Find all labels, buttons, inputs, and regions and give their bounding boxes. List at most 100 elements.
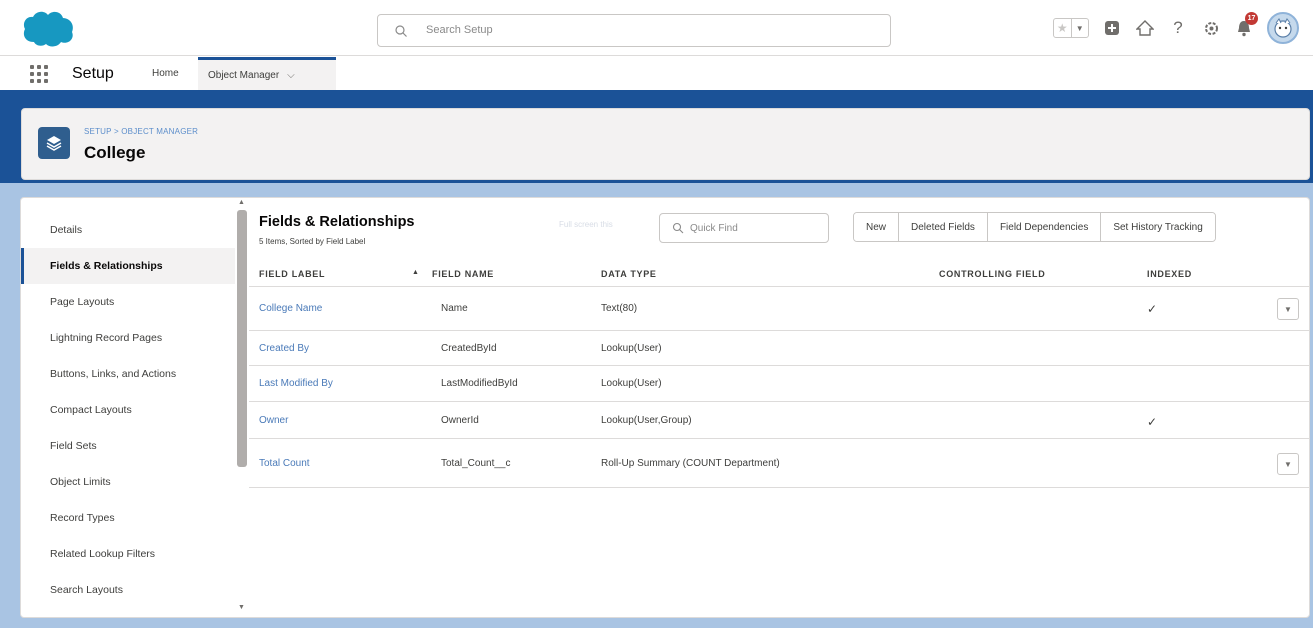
field-name-cell: CreatedById bbox=[441, 343, 497, 354]
fields-relationships-panel: Fields & Relationships 5 Items, Sorted b… bbox=[249, 198, 1309, 617]
favorites-control[interactable]: ★ ▼ bbox=[1053, 18, 1089, 38]
sidebar-item-label: Record Types bbox=[50, 512, 115, 524]
field-name-cell: Name bbox=[441, 303, 468, 314]
tab-object-manager-label: Object Manager bbox=[208, 69, 280, 81]
salesforce-logo[interactable] bbox=[20, 8, 76, 48]
sidebar-item-label: Details bbox=[50, 224, 83, 236]
global-search-input[interactable]: Search Setup bbox=[377, 14, 891, 47]
object-layers-icon bbox=[38, 127, 70, 159]
search-icon bbox=[395, 25, 407, 37]
field-dependencies-button[interactable]: Field Dependencies bbox=[987, 213, 1102, 241]
object-sidebar: Details Fields & Relationships Page Layo… bbox=[21, 198, 235, 617]
field-name-cell: LastModifiedById bbox=[441, 378, 518, 389]
sidebar-item-label: Compact Layouts bbox=[50, 404, 132, 416]
data-type-cell: Text(80) bbox=[601, 303, 638, 314]
sidebar-scrollbar[interactable]: ▲ ▼ bbox=[235, 198, 249, 617]
sidebar-item-record-types[interactable]: Record Types bbox=[21, 500, 235, 536]
sidebar-item-page-layouts[interactable]: Page Layouts bbox=[21, 284, 235, 320]
favorites-dropdown-icon[interactable]: ▼ bbox=[1072, 19, 1089, 37]
checkmark-icon: ✓ bbox=[1147, 415, 1158, 429]
new-button[interactable]: New bbox=[854, 213, 900, 241]
sidebar-item-label: Page Layouts bbox=[50, 296, 115, 308]
breadcrumb[interactable]: SETUP > OBJECT MANAGER bbox=[84, 127, 198, 136]
column-header-field-name[interactable]: FIELD NAME bbox=[432, 269, 494, 279]
scroll-up-arrow-icon[interactable]: ▲ bbox=[238, 199, 245, 206]
sidebar-item-compact-layouts[interactable]: Compact Layouts bbox=[21, 392, 235, 428]
section-title: Fields & Relationships bbox=[259, 214, 415, 230]
table-row: Owner OwnerId Lookup(User,Group) ✓ bbox=[249, 403, 1309, 439]
sidebar-item-related-lookup-filters[interactable]: Related Lookup Filters bbox=[21, 536, 235, 572]
notifications-bell-icon[interactable]: 17 bbox=[1234, 12, 1258, 38]
search-icon bbox=[672, 222, 684, 234]
sort-ascending-icon[interactable]: ▲ bbox=[412, 269, 419, 276]
column-header-field-label[interactable]: FIELD LABEL bbox=[259, 269, 325, 279]
app-navigation-bar: Setup Home Object Manager ⌵ bbox=[0, 57, 1313, 93]
global-header: Search Setup ★ ▼ ? 17 bbox=[0, 0, 1313, 56]
sidebar-item-buttons-links-actions[interactable]: Buttons, Links, and Actions bbox=[21, 356, 235, 392]
sidebar-item-field-sets[interactable]: Field Sets bbox=[21, 428, 235, 464]
header-utility-icons: ★ ▼ ? 17 bbox=[1053, 10, 1299, 46]
sidebar-item-fields-relationships[interactable]: Fields & Relationships bbox=[21, 248, 235, 284]
scrollbar-thumb[interactable] bbox=[237, 210, 247, 467]
tab-object-manager[interactable]: Object Manager ⌵ bbox=[198, 57, 336, 90]
field-label-link[interactable]: College Name bbox=[259, 303, 322, 314]
checkmark-icon: ✓ bbox=[1147, 302, 1158, 316]
quick-find-input[interactable]: Quick Find bbox=[659, 213, 829, 243]
sidebar-item-label: Lightning Record Pages bbox=[50, 332, 163, 344]
notification-count-badge: 17 bbox=[1245, 12, 1258, 25]
sidebar-item-details[interactable]: Details bbox=[21, 212, 235, 248]
column-header-data-type[interactable]: DATA TYPE bbox=[601, 269, 657, 279]
sidebar-item-label: Fields & Relationships bbox=[50, 260, 163, 272]
scroll-down-arrow-icon[interactable]: ▼ bbox=[238, 604, 245, 611]
column-header-indexed[interactable]: INDEXED bbox=[1147, 269, 1192, 279]
quick-find-placeholder: Quick Find bbox=[690, 223, 738, 234]
content-panel: Details Fields & Relationships Page Layo… bbox=[20, 197, 1310, 618]
section-subtitle: 5 Items, Sorted by Field Label bbox=[259, 237, 366, 246]
table-row: Created By CreatedById Lookup(User) bbox=[249, 332, 1309, 366]
table-row: Total Count Total_Count__c Roll-Up Summa… bbox=[249, 440, 1309, 488]
sidebar-item-label: Object Limits bbox=[50, 476, 111, 488]
row-actions-dropdown[interactable]: ▼ bbox=[1277, 298, 1299, 320]
set-history-tracking-button[interactable]: Set History Tracking bbox=[1101, 213, 1215, 241]
chevron-down-icon: ▼ bbox=[1284, 304, 1292, 314]
trailhead-icon[interactable] bbox=[1135, 18, 1155, 38]
gear-icon[interactable] bbox=[1201, 18, 1221, 38]
data-type-cell: Lookup(User,Group) bbox=[601, 415, 692, 426]
deleted-fields-button[interactable]: Deleted Fields bbox=[899, 213, 988, 241]
user-avatar[interactable] bbox=[1267, 12, 1299, 44]
app-launcher-icon[interactable] bbox=[30, 65, 48, 83]
field-label-link[interactable]: Total Count bbox=[259, 458, 310, 469]
sidebar-item-object-limits[interactable]: Object Limits bbox=[21, 464, 235, 500]
help-icon[interactable]: ? bbox=[1168, 18, 1188, 38]
sidebar-item-label: Search Layouts bbox=[50, 584, 123, 596]
fullscreen-link[interactable]: Full screen this bbox=[559, 220, 613, 229]
action-button-group: New Deleted Fields Field Dependencies Se… bbox=[853, 212, 1216, 242]
star-icon[interactable]: ★ bbox=[1054, 19, 1072, 37]
data-type-cell: Lookup(User) bbox=[601, 378, 662, 389]
table-header: FIELD LABEL ▲ FIELD NAME DATA TYPE CONTR… bbox=[249, 261, 1309, 287]
object-header: SETUP > OBJECT MANAGER College bbox=[21, 108, 1310, 180]
global-actions-icon[interactable] bbox=[1102, 18, 1122, 38]
field-label-link[interactable]: Created By bbox=[259, 343, 309, 354]
table-row: College Name Name Text(80) ✓ ▼ bbox=[249, 288, 1309, 331]
app-name: Setup bbox=[72, 65, 114, 82]
sidebar-item-lightning-record-pages[interactable]: Lightning Record Pages bbox=[21, 320, 235, 356]
page-title: College bbox=[84, 143, 146, 162]
sidebar-item-label: Field Sets bbox=[50, 440, 97, 452]
field-label-link[interactable]: Last Modified By bbox=[259, 378, 333, 389]
column-header-controlling-field[interactable]: CONTROLLING FIELD bbox=[939, 269, 1045, 279]
chevron-down-icon[interactable]: ⌵ bbox=[287, 70, 295, 81]
field-name-cell: OwnerId bbox=[441, 415, 479, 426]
field-name-cell: Total_Count__c bbox=[441, 458, 511, 469]
tab-home[interactable]: Home bbox=[152, 57, 179, 90]
sidebar-item-label: Related Lookup Filters bbox=[50, 548, 156, 560]
sidebar-item-search-layouts[interactable]: Search Layouts bbox=[21, 572, 235, 608]
data-type-cell: Roll-Up Summary (COUNT Department) bbox=[601, 458, 780, 469]
row-actions-dropdown[interactable]: ▼ bbox=[1277, 453, 1299, 475]
data-type-cell: Lookup(User) bbox=[601, 343, 662, 354]
chevron-down-icon: ▼ bbox=[1284, 459, 1292, 469]
search-placeholder: Search Setup bbox=[426, 24, 493, 36]
field-label-link[interactable]: Owner bbox=[259, 415, 288, 426]
sidebar-item-label: Buttons, Links, and Actions bbox=[50, 368, 177, 380]
tab-home-label: Home bbox=[152, 68, 179, 79]
